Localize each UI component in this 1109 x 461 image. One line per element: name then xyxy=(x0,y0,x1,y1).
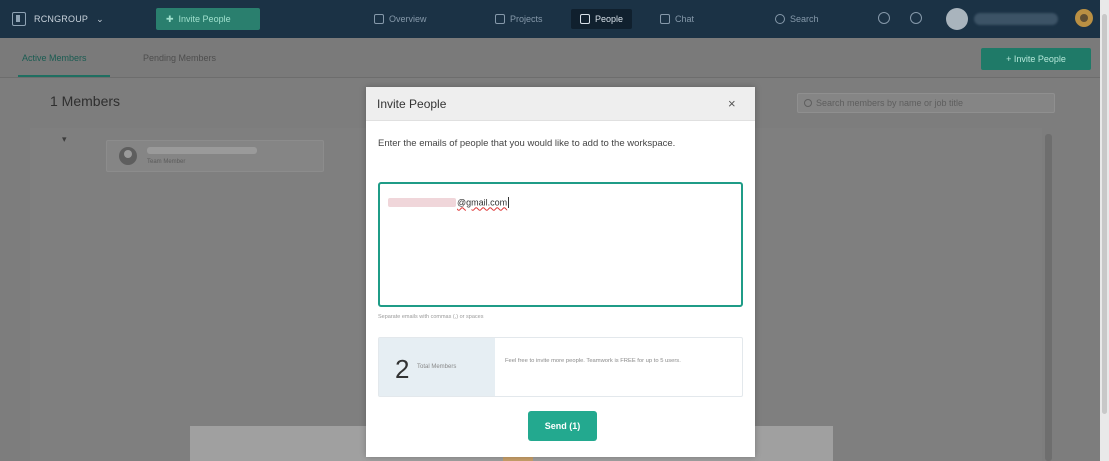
member-tabs-bar: Active Members Pending Members xyxy=(0,38,1100,78)
chevron-down-icon: ⌄ xyxy=(96,13,104,24)
active-tab-indicator xyxy=(18,75,110,77)
nav-people[interactable]: People xyxy=(571,9,633,29)
nav-projects[interactable]: Projects xyxy=(495,9,543,29)
workspace-name: RCNGROUP xyxy=(34,14,89,24)
member-avatar xyxy=(119,147,137,165)
member-search-placeholder: Search members by name or job title xyxy=(816,98,964,108)
workspace-logo-icon xyxy=(12,12,26,26)
nav-projects-label: Projects xyxy=(510,14,543,24)
invite-people-button[interactable]: + Invite People xyxy=(981,48,1091,70)
member-role: Team Member xyxy=(147,159,186,165)
page-scrollbar[interactable] xyxy=(1100,0,1109,461)
workspace-switcher[interactable]: RCNGROUP ⌄ xyxy=(12,10,104,28)
user-name-redacted xyxy=(974,13,1058,25)
total-members-count: 2 xyxy=(395,354,410,384)
add-user-icon: ✚ xyxy=(166,13,174,24)
email-input-value: @gmail.com xyxy=(457,197,508,208)
member-search-input[interactable]: Search members by name or job title xyxy=(797,93,1055,113)
email-input[interactable]: @gmail.com xyxy=(378,182,743,307)
tab-active-members[interactable]: Active Members xyxy=(22,53,87,63)
chat-icon xyxy=(660,14,670,24)
members-count-title: 1 Members xyxy=(50,93,121,109)
search-icon xyxy=(804,99,812,107)
total-members-label: Total Members xyxy=(417,364,457,370)
collapse-toggle-icon[interactable]: ▾ xyxy=(62,134,67,145)
nav-chat-label: Chat xyxy=(675,14,695,24)
top-invite-label: Invite People xyxy=(178,14,231,24)
send-invites-button[interactable]: Send (1) xyxy=(528,411,597,441)
notification-status-icon[interactable] xyxy=(1075,9,1093,27)
bell-icon[interactable] xyxy=(910,12,922,24)
email-hint: Separate emails with commas (,) or space… xyxy=(378,314,484,320)
people-icon xyxy=(580,14,590,24)
search-icon xyxy=(775,14,785,24)
dialog-header: Invite People × xyxy=(366,87,755,121)
nav-chat[interactable]: Chat xyxy=(660,9,694,29)
close-icon[interactable]: × xyxy=(728,96,736,111)
quick-search-icon[interactable] xyxy=(878,12,890,24)
user-avatar[interactable] xyxy=(946,8,968,30)
projects-icon xyxy=(495,14,505,24)
nav-overview[interactable]: Overview xyxy=(374,9,427,29)
top-search[interactable]: Search xyxy=(775,9,819,29)
total-members-cell: 2 Total Members xyxy=(379,338,495,396)
panel-scrollbar[interactable] xyxy=(1045,134,1052,461)
top-search-label: Search xyxy=(790,14,819,24)
text-caret xyxy=(508,197,510,209)
top-navigation-bar: RCNGROUP ⌄ ✚ Invite People Overview Proj… xyxy=(0,0,1109,38)
nav-people-label: People xyxy=(595,14,624,24)
dialog-description: Enter the emails of people that you woul… xyxy=(378,138,676,149)
member-name-redacted xyxy=(147,147,257,154)
nav-overview-label: Overview xyxy=(389,14,427,24)
top-invite-people-button[interactable]: ✚ Invite People xyxy=(156,8,260,30)
email-local-part-redacted xyxy=(388,198,456,208)
members-info-box: 2 Total Members Feel free to invite more… xyxy=(378,337,743,397)
member-card[interactable]: Team Member xyxy=(106,140,324,172)
overview-icon xyxy=(374,14,384,24)
dialog-title: Invite People xyxy=(377,97,447,111)
invite-people-dialog: Invite People × Enter the emails of peop… xyxy=(366,87,755,457)
tab-pending-members[interactable]: Pending Members xyxy=(143,53,216,63)
free-users-info: Feel free to invite more people. Teamwor… xyxy=(505,358,681,364)
